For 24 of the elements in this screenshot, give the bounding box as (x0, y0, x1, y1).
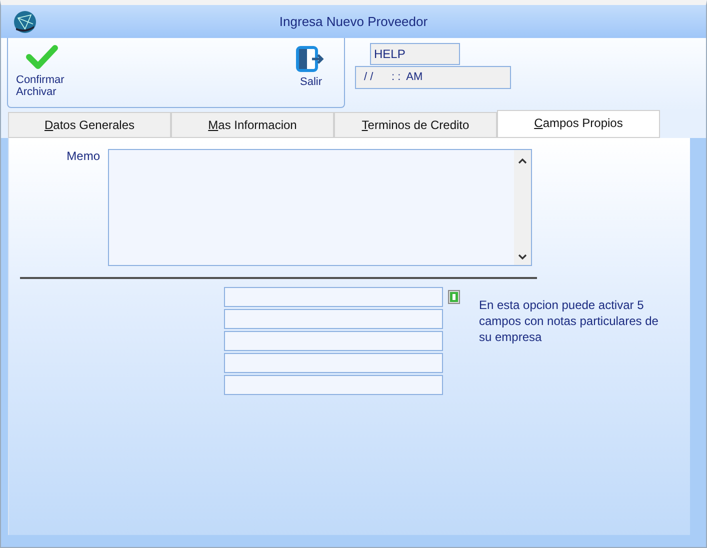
datetime-field[interactable]: / / : : AM (355, 66, 511, 89)
memo-field[interactable] (108, 149, 532, 266)
scrollbar[interactable] (514, 150, 531, 265)
input-field[interactable] (224, 287, 443, 307)
exit-door-icon (296, 46, 326, 72)
checkmark-icon (26, 44, 58, 70)
input-field[interactable] (224, 331, 443, 351)
document-icon[interactable] (448, 290, 460, 304)
memo-label: Memo (66, 149, 101, 165)
exit-button[interactable]: Salir (296, 46, 326, 107)
input-field[interactable] (224, 375, 443, 395)
tab[interactable]: Mas Informacion (171, 112, 334, 138)
tab[interactable]: Datos Generales (8, 112, 171, 138)
tab[interactable]: Campos Propios (497, 110, 660, 138)
confirm-button[interactable]: Confirmar Archivar (16, 44, 76, 107)
input-field[interactable] (224, 353, 443, 373)
help-note: En esta opcion puede activar 5 campos con notas particulares de su empresa (479, 297, 660, 345)
tab[interactable]: Terminos de Credito (334, 112, 497, 138)
globe-icon (13, 10, 37, 34)
scroll-up-icon[interactable] (518, 158, 527, 164)
scroll-down-icon[interactable] (518, 254, 527, 260)
help-field[interactable]: HELP (370, 43, 460, 65)
window-title: Ingresa Nuevo Proveedor (278, 14, 429, 29)
input-field[interactable] (224, 309, 443, 329)
